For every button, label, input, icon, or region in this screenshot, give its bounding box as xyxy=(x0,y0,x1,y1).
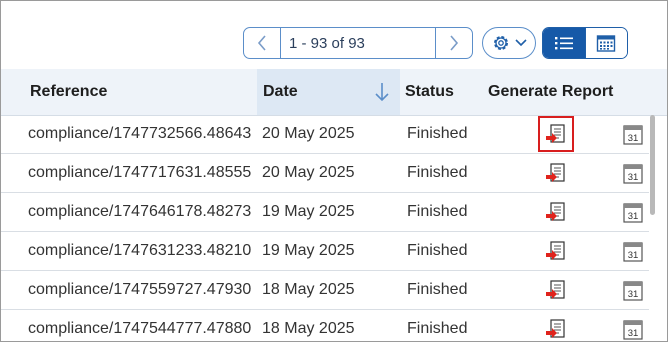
generate-report-button[interactable] xyxy=(538,155,574,191)
reference-cell: compliance/1747544777.47880 xyxy=(28,320,252,337)
table-header: Reference Date Status Generate Report xyxy=(1,69,667,116)
vertical-scrollbar[interactable] xyxy=(650,115,655,215)
table-row[interactable]: compliance/1747559727.47930 18 May 2025 … xyxy=(1,271,649,310)
schedule-cell: 31 xyxy=(623,310,643,341)
prev-page-button[interactable] xyxy=(244,28,280,58)
generate-report-icon xyxy=(546,124,565,143)
date-cell: 19 May 2025 xyxy=(262,242,355,259)
generate-report-button[interactable] xyxy=(538,233,574,269)
calendar-icon[interactable]: 31 xyxy=(623,240,643,262)
status-cell: Finished xyxy=(407,281,468,298)
column-header-generate-report: Generate Report xyxy=(488,83,614,100)
table-row[interactable]: compliance/1747631233.48210 19 May 2025 … xyxy=(1,232,649,271)
toolbar: 1 - 93 of 93 xyxy=(1,1,667,69)
date-cell: 18 May 2025 xyxy=(262,320,355,337)
schedule-cell: 31 xyxy=(623,154,643,192)
column-header-status[interactable]: Status xyxy=(405,69,454,115)
calendar-icon[interactable]: 31 xyxy=(623,123,643,145)
chevron-left-icon xyxy=(257,35,266,51)
sort-descending-icon xyxy=(375,83,389,102)
report-list-panel: 1 - 93 of 93 Reference Date Status Gener… xyxy=(0,0,668,342)
date-cell: 20 May 2025 xyxy=(262,164,355,181)
generate-report-cell xyxy=(537,193,575,231)
table-row[interactable]: compliance/1747717631.48555 20 May 2025 … xyxy=(1,154,649,193)
settings-dropdown-button[interactable] xyxy=(482,27,536,59)
date-cell: 18 May 2025 xyxy=(262,281,355,298)
pagination: 1 - 93 of 93 xyxy=(243,27,473,59)
calendar-icon[interactable]: 31 xyxy=(623,279,643,301)
table-body: compliance/1747732566.48643 20 May 2025 … xyxy=(1,115,649,341)
status-cell: Finished xyxy=(407,320,468,337)
reference-cell: compliance/1747631233.48210 xyxy=(28,242,252,259)
generate-report-icon xyxy=(546,241,565,260)
generate-report-icon xyxy=(546,280,565,299)
schedule-cell: 31 xyxy=(623,193,643,231)
table-row[interactable]: compliance/1747732566.48643 20 May 2025 … xyxy=(1,115,649,154)
page-range-input[interactable]: 1 - 93 of 93 xyxy=(280,28,436,58)
status-cell: Finished xyxy=(407,203,468,220)
generate-report-button[interactable] xyxy=(538,194,574,230)
schedule-cell: 31 xyxy=(623,271,643,309)
gear-icon xyxy=(494,36,508,50)
status-cell: Finished xyxy=(407,242,468,259)
view-toggle xyxy=(542,27,628,59)
generate-report-cell xyxy=(537,310,575,341)
generate-report-icon xyxy=(546,163,565,182)
column-header-date[interactable]: Date xyxy=(257,69,400,115)
schedule-cell: 31 xyxy=(623,232,643,270)
generate-report-icon xyxy=(546,202,565,221)
list-view-icon xyxy=(554,37,573,50)
calendar-day-label: 31 xyxy=(628,328,639,339)
generate-report-icon xyxy=(546,319,565,338)
reference-cell: compliance/1747717631.48555 xyxy=(28,164,252,181)
date-cell: 19 May 2025 xyxy=(262,203,355,220)
generate-report-button[interactable] xyxy=(538,272,574,308)
table-row[interactable]: compliance/1747646178.48273 19 May 2025 … xyxy=(1,193,649,232)
calendar-day-label: 31 xyxy=(628,289,639,300)
calendar-day-label: 31 xyxy=(628,250,639,261)
calendar-day-label: 31 xyxy=(628,211,639,222)
reference-cell: compliance/1747646178.48273 xyxy=(28,203,252,220)
generate-report-cell xyxy=(537,154,575,192)
calendar-day-label: 31 xyxy=(628,133,639,144)
generate-report-button[interactable] xyxy=(538,311,574,341)
calendar-icon[interactable]: 31 xyxy=(623,318,643,340)
generate-report-cell xyxy=(537,232,575,270)
calendar-icon[interactable]: 31 xyxy=(623,162,643,184)
generate-report-cell xyxy=(537,115,575,153)
status-cell: Finished xyxy=(407,125,468,142)
calendar-view-icon xyxy=(597,35,616,52)
reference-cell: compliance/1747732566.48643 xyxy=(28,125,252,142)
calendar-view-button[interactable] xyxy=(584,28,627,58)
calendar-day-label: 31 xyxy=(628,172,639,183)
generate-report-button[interactable] xyxy=(538,116,574,152)
date-cell: 20 May 2025 xyxy=(262,125,355,142)
calendar-icon[interactable]: 31 xyxy=(623,201,643,223)
next-page-button[interactable] xyxy=(436,28,472,58)
reference-cell: compliance/1747559727.47930 xyxy=(28,281,252,298)
table-row[interactable]: compliance/1747544777.47880 18 May 2025 … xyxy=(1,310,649,341)
generate-report-cell xyxy=(537,271,575,309)
schedule-cell: 31 xyxy=(623,115,643,153)
list-view-button[interactable] xyxy=(543,28,585,58)
chevron-right-icon xyxy=(450,35,459,51)
column-header-reference[interactable]: Reference xyxy=(30,69,107,115)
chevron-down-icon xyxy=(515,39,527,47)
column-header-date-label: Date xyxy=(263,83,298,100)
status-cell: Finished xyxy=(407,164,468,181)
